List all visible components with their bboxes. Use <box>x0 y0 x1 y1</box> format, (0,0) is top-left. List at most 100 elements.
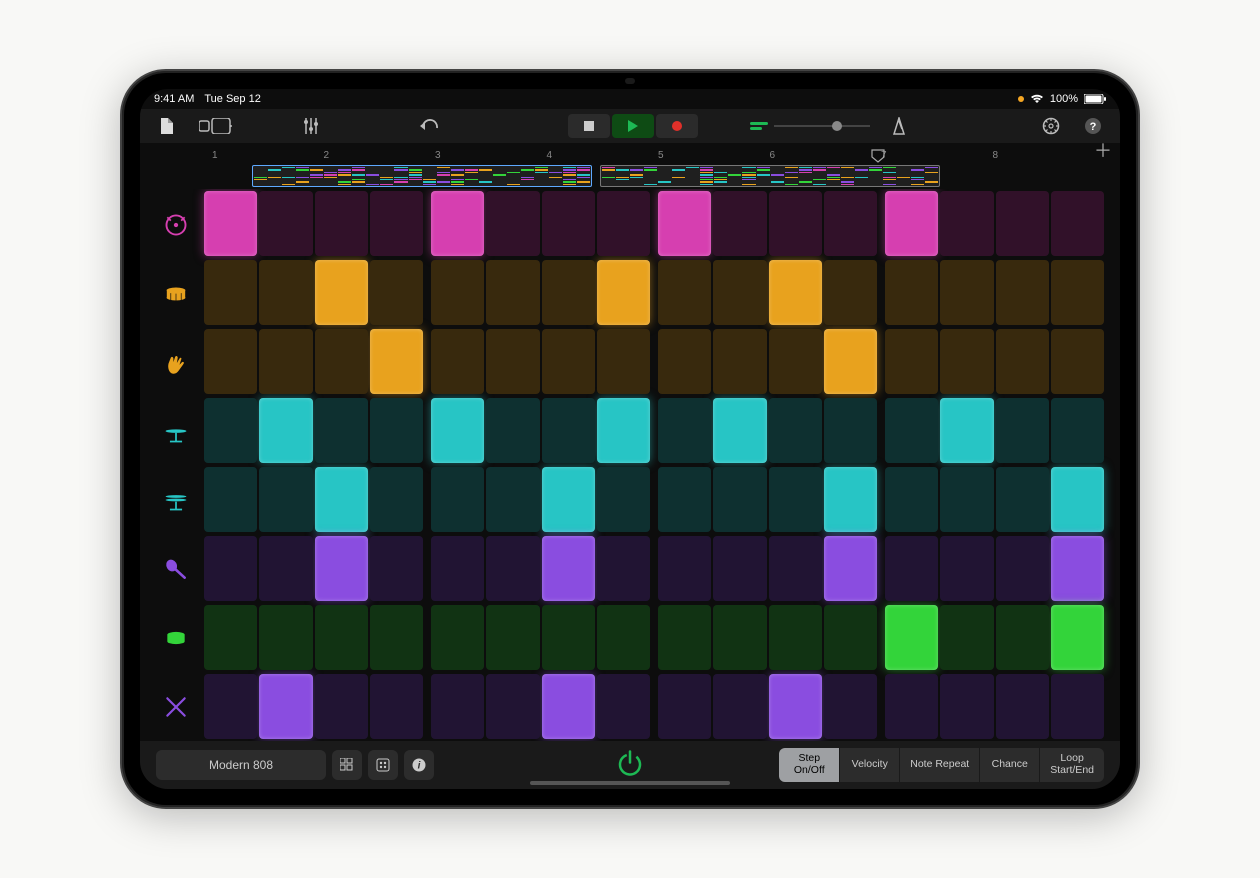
step-cell[interactable] <box>996 260 1049 325</box>
timeline-ruler[interactable]: 1 2 3 4 5 6 7 8 ＋ <box>140 143 1120 163</box>
step-cell[interactable] <box>885 398 938 463</box>
step-cell[interactable] <box>204 260 257 325</box>
step-cell[interactable] <box>259 191 312 256</box>
step-cell[interactable] <box>713 605 766 670</box>
step-cell[interactable] <box>769 260 822 325</box>
mode-chance-button[interactable]: Chance <box>979 748 1039 782</box>
step-cell[interactable] <box>259 605 312 670</box>
file-button[interactable] <box>154 113 180 139</box>
step-cell[interactable] <box>996 329 1049 394</box>
step-cell[interactable] <box>769 536 822 601</box>
step-cell[interactable] <box>542 536 595 601</box>
step-cell[interactable] <box>824 329 877 394</box>
step-cell[interactable] <box>315 191 368 256</box>
step-cell[interactable] <box>370 536 423 601</box>
step-cell[interactable] <box>713 536 766 601</box>
step-cell[interactable] <box>996 674 1049 739</box>
step-cell[interactable] <box>486 674 539 739</box>
step-cell[interactable] <box>1051 260 1104 325</box>
step-cell[interactable] <box>658 191 711 256</box>
step-cell[interactable] <box>315 467 368 532</box>
step-cell[interactable] <box>486 398 539 463</box>
step-cell[interactable] <box>486 605 539 670</box>
step-cell[interactable] <box>431 467 484 532</box>
step-cell[interactable] <box>996 605 1049 670</box>
step-cell[interactable] <box>315 260 368 325</box>
mode-loop-start-end-button[interactable]: LoopStart/End <box>1039 748 1104 782</box>
playhead-icon[interactable] <box>871 149 885 163</box>
randomize-button[interactable] <box>368 750 398 780</box>
step-cell[interactable] <box>885 329 938 394</box>
step-cell[interactable] <box>940 398 993 463</box>
step-cell[interactable] <box>885 605 938 670</box>
mixer-button[interactable] <box>298 113 324 139</box>
step-cell[interactable] <box>658 398 711 463</box>
power-button[interactable] <box>615 749 645 782</box>
step-cell[interactable] <box>658 260 711 325</box>
play-button[interactable] <box>612 114 654 138</box>
step-cell[interactable] <box>1051 605 1104 670</box>
step-cell[interactable] <box>940 467 993 532</box>
step-cell[interactable] <box>486 191 539 256</box>
step-cell[interactable] <box>542 674 595 739</box>
step-cell[interactable] <box>542 329 595 394</box>
step-cell[interactable] <box>885 467 938 532</box>
step-cell[interactable] <box>431 536 484 601</box>
master-volume-slider[interactable] <box>750 122 870 130</box>
snare-instrument-icon[interactable] <box>148 262 204 327</box>
step-cell[interactable] <box>370 398 423 463</box>
step-cell[interactable] <box>597 329 650 394</box>
step-cell[interactable] <box>597 536 650 601</box>
step-cell[interactable] <box>824 536 877 601</box>
step-cell[interactable] <box>315 329 368 394</box>
step-cell[interactable] <box>885 536 938 601</box>
step-cell[interactable] <box>259 398 312 463</box>
step-cell[interactable] <box>204 605 257 670</box>
step-cell[interactable] <box>885 674 938 739</box>
step-cell[interactable] <box>597 260 650 325</box>
step-cell[interactable] <box>658 467 711 532</box>
step-cell[interactable] <box>597 605 650 670</box>
step-cell[interactable] <box>940 536 993 601</box>
step-cell[interactable] <box>486 329 539 394</box>
step-cell[interactable] <box>769 605 822 670</box>
step-cell[interactable] <box>996 536 1049 601</box>
step-cell[interactable] <box>204 398 257 463</box>
step-cell[interactable] <box>315 398 368 463</box>
step-cell[interactable] <box>370 467 423 532</box>
step-cell[interactable] <box>431 260 484 325</box>
region[interactable] <box>600 165 940 187</box>
mode-velocity-button[interactable]: Velocity <box>839 748 899 782</box>
step-cell[interactable] <box>370 191 423 256</box>
step-cell[interactable] <box>542 398 595 463</box>
step-cell[interactable] <box>769 329 822 394</box>
step-cell[interactable] <box>824 605 877 670</box>
step-cell[interactable] <box>1051 467 1104 532</box>
step-cell[interactable] <box>824 467 877 532</box>
step-cell[interactable] <box>769 398 822 463</box>
step-cell[interactable] <box>713 467 766 532</box>
step-cell[interactable] <box>940 260 993 325</box>
step-cell[interactable] <box>315 674 368 739</box>
step-cell[interactable] <box>370 260 423 325</box>
step-cell[interactable] <box>940 674 993 739</box>
step-cell[interactable] <box>658 536 711 601</box>
step-cell[interactable] <box>204 329 257 394</box>
step-cell[interactable] <box>542 191 595 256</box>
undo-button[interactable] <box>416 113 442 139</box>
step-cell[interactable] <box>1051 536 1104 601</box>
step-cell[interactable] <box>769 191 822 256</box>
info-button[interactable]: i <box>404 750 434 780</box>
step-cell[interactable] <box>431 191 484 256</box>
step-cell[interactable] <box>431 398 484 463</box>
step-cell[interactable] <box>713 398 766 463</box>
stop-button[interactable] <box>568 114 610 138</box>
kick-instrument-icon[interactable] <box>148 193 204 258</box>
step-cell[interactable] <box>658 605 711 670</box>
view-browser-button[interactable] <box>196 113 236 139</box>
mode-step-on-off-button[interactable]: StepOn/Off <box>779 748 839 782</box>
step-cell[interactable] <box>542 605 595 670</box>
step-cell[interactable] <box>542 260 595 325</box>
step-cell[interactable] <box>885 260 938 325</box>
step-cell[interactable] <box>315 536 368 601</box>
